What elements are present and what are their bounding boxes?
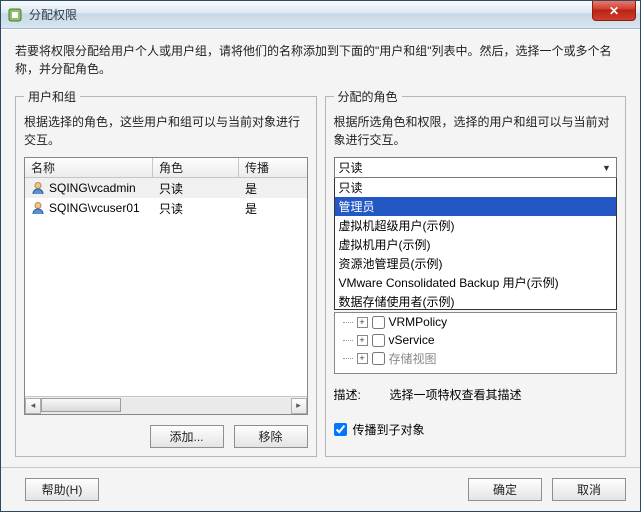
expand-icon[interactable]: + bbox=[357, 317, 368, 328]
assign-permission-window: 分配权限 ✕ 若要将权限分配给用户个人或用户组，请将他们的名称添加到下面的"用户… bbox=[0, 0, 641, 512]
role-combobox-value: 只读 bbox=[339, 159, 600, 176]
scroll-track[interactable] bbox=[41, 398, 291, 414]
assigned-role-panel: 分配的角色 根据所选角色和权限，选择的用户和组可以与当前对象进行交互。 只读 ▼… bbox=[325, 88, 627, 457]
privilege-checkbox[interactable] bbox=[372, 352, 385, 365]
table-row[interactable]: SQING\vcuser01 只读 是 bbox=[25, 198, 307, 218]
role-option[interactable]: 虚拟机超级用户(示例) bbox=[335, 216, 617, 235]
add-button[interactable]: 添加... bbox=[150, 425, 224, 448]
privilege-checkbox[interactable] bbox=[372, 334, 385, 347]
description-text: 选择一项特权查看其描述 bbox=[390, 386, 618, 403]
users-groups-desc: 根据选择的角色，这些用户和组可以与当前对象进行交互。 bbox=[24, 113, 308, 149]
col-propagate-header[interactable]: 传播 bbox=[239, 158, 307, 177]
cell-propagate: 是 bbox=[245, 180, 257, 197]
tree-item-label: VRMPolicy bbox=[389, 315, 448, 329]
scroll-left-arrow[interactable]: ◂ bbox=[25, 398, 41, 414]
assigned-role-legend: 分配的角色 bbox=[334, 88, 402, 105]
users-groups-content: 名称 角色 传播 SQING\vcadmin 只读 是 bbox=[24, 157, 308, 448]
tree-item[interactable]: + VRMPolicy bbox=[335, 313, 617, 331]
titlebar[interactable]: 分配权限 ✕ bbox=[1, 1, 640, 29]
role-option[interactable]: 虚拟机用户(示例) bbox=[335, 235, 617, 254]
propagate-checkbox[interactable] bbox=[334, 423, 347, 436]
user-icon bbox=[31, 201, 45, 215]
expand-icon[interactable]: + bbox=[357, 353, 368, 364]
role-option[interactable]: VMware Consolidated Backup 用户(示例) bbox=[335, 273, 617, 292]
cell-name: SQING\vcadmin bbox=[49, 181, 136, 195]
assigned-role-desc: 根据所选角色和权限，选择的用户和组可以与当前对象进行交互。 bbox=[334, 113, 618, 149]
horizontal-scrollbar[interactable]: ◂ ▸ bbox=[25, 396, 307, 414]
users-buttons: 添加... 移除 bbox=[24, 425, 308, 448]
cancel-button[interactable]: 取消 bbox=[552, 478, 626, 501]
user-icon bbox=[31, 181, 45, 195]
role-combobox[interactable]: 只读 ▼ bbox=[334, 157, 618, 178]
help-button[interactable]: 帮助(H) bbox=[25, 478, 99, 501]
assigned-role-content: 只读 ▼ 只读 管理员 虚拟机超级用户(示例) 虚拟机用户(示例) 资源池管理员… bbox=[334, 157, 618, 448]
users-table: 名称 角色 传播 SQING\vcadmin 只读 是 bbox=[24, 157, 308, 415]
cell-role: 只读 bbox=[159, 200, 183, 217]
users-groups-panel: 用户和组 根据选择的角色，这些用户和组可以与当前对象进行交互。 名称 角色 传播 bbox=[15, 88, 317, 457]
dialog-footer: 帮助(H) 确定 取消 bbox=[1, 467, 640, 511]
table-header: 名称 角色 传播 bbox=[25, 158, 307, 178]
window-title: 分配权限 bbox=[29, 6, 77, 23]
expand-icon[interactable]: + bbox=[357, 335, 368, 346]
cell-propagate: 是 bbox=[245, 200, 257, 217]
dialog-body: 若要将权限分配给用户个人或用户组，请将他们的名称添加到下面的"用户和组"列表中。… bbox=[1, 29, 640, 467]
propagate-label: 传播到子对象 bbox=[353, 421, 425, 438]
col-role-header[interactable]: 角色 bbox=[153, 158, 239, 177]
privileges-tree[interactable]: + VRMPolicy + vService + 存储视图 bbox=[334, 312, 618, 374]
table-row[interactable]: SQING\vcadmin 只读 是 bbox=[25, 178, 307, 198]
tree-item-label: vService bbox=[389, 333, 435, 347]
app-icon bbox=[7, 7, 23, 23]
chevron-down-icon: ▼ bbox=[599, 160, 614, 175]
col-name-header[interactable]: 名称 bbox=[25, 158, 153, 177]
scroll-right-arrow[interactable]: ▸ bbox=[291, 398, 307, 414]
role-option[interactable]: 数据存储使用者(示例) bbox=[335, 292, 617, 310]
tree-item[interactable]: + 存储视图 bbox=[335, 349, 617, 367]
tree-item-label: 存储视图 bbox=[389, 350, 437, 367]
close-button[interactable]: ✕ bbox=[592, 1, 636, 21]
table-body[interactable]: SQING\vcadmin 只读 是 SQING\vcuser01 bbox=[25, 178, 307, 396]
role-option[interactable]: 管理员 bbox=[335, 197, 617, 216]
remove-button[interactable]: 移除 bbox=[234, 425, 308, 448]
description-label: 描述: bbox=[334, 386, 390, 403]
role-dropdown[interactable]: 只读 管理员 虚拟机超级用户(示例) 虚拟机用户(示例) 资源池管理员(示例) … bbox=[334, 178, 618, 310]
tree-item[interactable]: + vService bbox=[335, 331, 617, 349]
propagate-row: 传播到子对象 bbox=[334, 421, 618, 438]
privilege-description: 描述: 选择一项特权查看其描述 bbox=[334, 386, 618, 403]
ok-button[interactable]: 确定 bbox=[468, 478, 542, 501]
privilege-checkbox[interactable] bbox=[372, 316, 385, 329]
close-icon: ✕ bbox=[609, 4, 619, 18]
cell-name: SQING\vcuser01 bbox=[49, 201, 140, 215]
intro-text: 若要将权限分配给用户个人或用户组，请将他们的名称添加到下面的"用户和组"列表中。… bbox=[15, 42, 626, 78]
cell-role: 只读 bbox=[159, 180, 183, 197]
role-option[interactable]: 资源池管理员(示例) bbox=[335, 254, 617, 273]
role-option[interactable]: 只读 bbox=[335, 178, 617, 197]
users-groups-legend: 用户和组 bbox=[24, 88, 80, 105]
scroll-thumb[interactable] bbox=[41, 398, 121, 412]
panels: 用户和组 根据选择的角色，这些用户和组可以与当前对象进行交互。 名称 角色 传播 bbox=[15, 88, 626, 457]
